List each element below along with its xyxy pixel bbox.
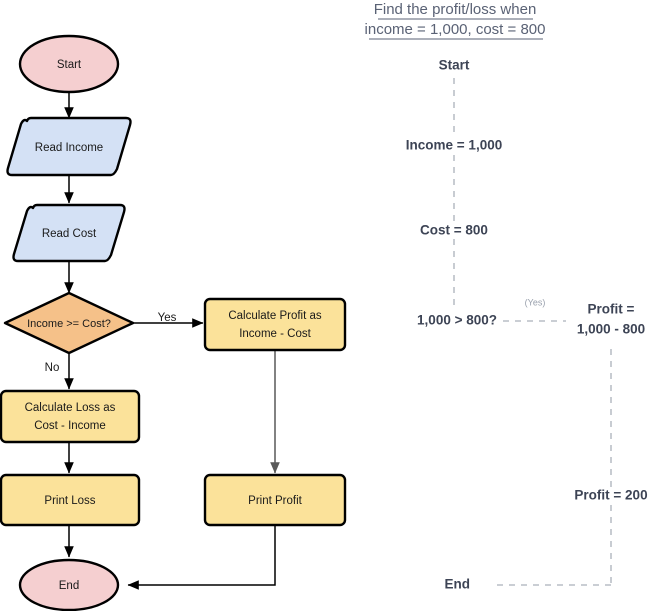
trace-step-profit-value: Profit = 200 <box>574 488 647 503</box>
node-read-income[interactable]: Read Income <box>6 116 132 177</box>
flowchart-canvas: Start Read Income Read Cost Income >= Co… <box>0 0 649 611</box>
node-print-profit[interactable]: Print Profit <box>203 473 347 527</box>
node-start[interactable]: Start <box>18 34 120 94</box>
trace-step-profit-expr-line2: 1,000 - 800 <box>577 322 645 337</box>
trace-step-profit-expr-line1: Profit = <box>588 302 635 317</box>
node-end[interactable]: End <box>18 558 120 611</box>
node-print-loss-label: Print Loss <box>44 495 95 507</box>
node-calculate-profit[interactable]: Calculate Profit as Income - Cost <box>203 297 347 352</box>
trace-title: Find the profit/loss when income = 1,000… <box>365 1 546 40</box>
edge-label-no: No <box>45 362 60 374</box>
edge-printprofit-to-end <box>127 525 276 590</box>
calculate-profit-box <box>203 297 347 352</box>
node-start-label: Start <box>57 59 82 71</box>
node-calculate-loss-label-line2: Cost - Income <box>34 420 106 432</box>
trace-step-cost: Cost = 800 <box>420 223 488 238</box>
trace-step-decision: 1,000 > 800? <box>417 313 497 328</box>
calculate-loss-box <box>0 389 141 444</box>
trace-title-line1: Find the profit/loss when <box>374 1 537 18</box>
trace-step-end: End <box>445 577 471 592</box>
trace-group: Find the profit/loss when income = 1,000… <box>365 1 648 592</box>
node-read-cost-label: Read Cost <box>42 228 97 240</box>
node-read-income-label: Read Income <box>35 142 103 154</box>
node-print-loss[interactable]: Print Loss <box>0 473 141 527</box>
trace-title-line2: income = 1,000, cost = 800 <box>365 21 546 38</box>
trace-branch-label-yes: (Yes) <box>525 297 546 307</box>
node-read-cost[interactable]: Read Cost <box>12 203 126 263</box>
node-calculate-profit-label-line2: Income - Cost <box>239 328 311 340</box>
node-calculate-loss[interactable]: Calculate Loss as Cost - Income <box>0 389 141 444</box>
node-calculate-profit-label-line1: Calculate Profit as <box>228 310 322 322</box>
node-print-profit-label: Print Profit <box>248 495 302 507</box>
node-decision-label: Income >= Cost? <box>27 318 111 330</box>
node-end-label: End <box>59 580 79 592</box>
node-decision[interactable]: Income >= Cost? <box>3 291 135 355</box>
trace-step-income: Income = 1,000 <box>406 138 502 153</box>
node-calculate-loss-label-line1: Calculate Loss as <box>25 402 116 414</box>
edge-label-yes: Yes <box>158 312 177 324</box>
trace-step-start: Start <box>439 58 470 73</box>
flowchart-group: Start Read Income Read Cost Income >= Co… <box>0 34 347 611</box>
